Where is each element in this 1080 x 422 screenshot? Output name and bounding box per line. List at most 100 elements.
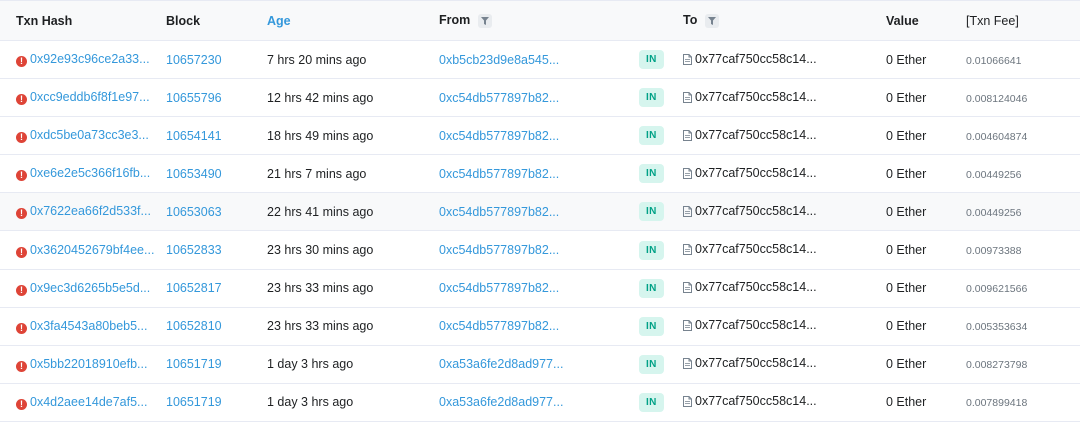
txn-fee-value: 0.009621566 <box>966 283 1028 296</box>
txn-hash-link[interactable]: 0xdc5be0a73cc3e3... <box>30 128 149 142</box>
from-address-link[interactable]: 0xc54db577897b82... <box>439 91 559 105</box>
direction-badge: IN <box>639 50 664 70</box>
direction-cell: IN <box>639 345 683 384</box>
txn-hash-link[interactable]: 0x3620452679bf4ee... <box>30 243 154 257</box>
from-address-link[interactable]: 0xc54db577897b82... <box>439 129 559 143</box>
table-row: ! 0x9ec3d6265b5e5d... 10652817 23 hrs 33 … <box>0 269 1080 308</box>
document-icon <box>683 129 692 144</box>
error-icon: ! <box>16 360 27 372</box>
table-row: ! 0x7622ea66f2d533f... 10653063 22 hrs 41… <box>0 192 1080 232</box>
from-cell: 0xc54db577897b82... <box>439 154 639 194</box>
from-address-link[interactable]: 0xa53a6fe2d8ad977... <box>439 395 563 409</box>
block-link[interactable]: 10653063 <box>166 205 222 219</box>
txn-hash-link[interactable]: 0x9ec3d6265b5e5d... <box>30 281 150 295</box>
document-icon <box>683 167 692 182</box>
block-cell: 10657230 <box>166 40 267 80</box>
block-cell: 10653490 <box>166 154 267 194</box>
to-address-text[interactable]: 0x77caf750cc58c14... <box>695 128 817 142</box>
to-cell: 0x77caf750cc58c14... <box>683 40 886 80</box>
transactions-table: Txn Hash Block Age From To Value [Txn Fe… <box>0 0 1080 422</box>
value-cell: 0 Ether <box>886 116 966 156</box>
table-row: ! 0xcc9eddb6f8f1e97... 10655796 12 hrs 42… <box>0 78 1080 118</box>
block-link[interactable]: 10652817 <box>166 281 222 295</box>
block-link[interactable]: 10651719 <box>166 395 222 409</box>
error-icon: ! <box>16 284 27 296</box>
txn-fee-value: 0.005353634 <box>966 321 1028 334</box>
block-link[interactable]: 10655796 <box>166 91 222 105</box>
to-address-text[interactable]: 0x77caf750cc58c14... <box>695 280 817 294</box>
from-address-link[interactable]: 0xc54db577897b82... <box>439 205 559 219</box>
col-header-direction <box>639 0 683 41</box>
from-address-link[interactable]: 0xb5cb23d9e8a545... <box>439 53 559 67</box>
txn-fee-value: 0.01066641 <box>966 54 1022 67</box>
to-address-text[interactable]: 0x77caf750cc58c14... <box>695 90 817 104</box>
direction-badge: IN <box>639 354 664 374</box>
to-address-text[interactable]: 0x77caf750cc58c14... <box>695 204 817 218</box>
block-link[interactable]: 10654141 <box>166 129 222 143</box>
txn-hash-link[interactable]: 0x5bb22018910efb... <box>30 357 147 371</box>
txn-fee-value: 0.00973388 <box>966 245 1022 258</box>
from-address-link[interactable]: 0xc54db577897b82... <box>439 281 559 295</box>
block-link[interactable]: 10653490 <box>166 167 222 181</box>
filter-icon[interactable] <box>705 13 720 28</box>
value-cell: 0 Ether <box>886 345 966 384</box>
txn-hash-link[interactable]: 0x4d2aee14de7af5... <box>30 395 147 409</box>
txn-fee-cell: 0.00449256 <box>966 154 1080 194</box>
to-address-text[interactable]: 0x77caf750cc58c14... <box>695 166 817 180</box>
direction-badge: IN <box>639 126 664 146</box>
txn-hash-link[interactable]: 0xe6e2e5c366f16fb... <box>30 166 150 180</box>
table-row: ! 0x4d2aee14de7af5... 10651719 1 day 3 hr… <box>0 383 1080 422</box>
block-link[interactable]: 10651719 <box>166 357 222 371</box>
from-address-link[interactable]: 0xc54db577897b82... <box>439 243 559 257</box>
age-cell: 23 hrs 33 mins ago <box>267 307 439 346</box>
txn-hash-cell: ! 0xdc5be0a73cc3e3... <box>0 116 166 156</box>
table-row: ! 0x5bb22018910efb... 10651719 1 day 3 hr… <box>0 345 1080 384</box>
from-address-link[interactable]: 0xc54db577897b82... <box>439 167 559 181</box>
txn-hash-link[interactable]: 0x3fa4543a80beb5... <box>30 319 147 333</box>
error-icon: ! <box>16 170 27 182</box>
block-link[interactable]: 10657230 <box>166 53 222 67</box>
age-cell: 23 hrs 30 mins ago <box>267 230 439 270</box>
col-header-age[interactable]: Age <box>267 0 439 41</box>
block-cell: 10651719 <box>166 383 267 422</box>
table-body: ! 0x92e93c96ce2a33... 10657230 7 hrs 20 m… <box>0 40 1080 422</box>
txn-fee-cell: 0.00449256 <box>966 192 1080 232</box>
txn-fee-cell: 0.01066641 <box>966 40 1080 80</box>
block-cell: 10652833 <box>166 230 267 270</box>
direction-badge: IN <box>639 164 664 184</box>
to-address-text[interactable]: 0x77caf750cc58c14... <box>695 318 817 332</box>
age-cell: 21 hrs 7 mins ago <box>267 154 439 194</box>
col-header-txn-fee[interactable]: [Txn Fee] <box>966 0 1080 41</box>
col-header-txn-hash: Txn Hash <box>0 0 166 41</box>
to-cell: 0x77caf750cc58c14... <box>683 269 886 308</box>
block-link[interactable]: 10652810 <box>166 319 222 333</box>
to-cell: 0x77caf750cc58c14... <box>683 116 886 156</box>
document-icon <box>683 244 692 258</box>
table-row: ! 0xdc5be0a73cc3e3... 10654141 18 hrs 49 … <box>0 116 1080 156</box>
txn-fee-value: 0.004604874 <box>966 130 1028 143</box>
error-icon: ! <box>16 56 27 68</box>
txn-fee-value: 0.008273798 <box>966 359 1028 372</box>
txn-hash-link[interactable]: 0x92e93c96ce2a33... <box>30 52 150 66</box>
to-cell: 0x77caf750cc58c14... <box>683 307 886 346</box>
from-cell: 0xa53a6fe2d8ad977... <box>439 345 639 384</box>
direction-cell: IN <box>639 269 683 308</box>
to-address-text[interactable]: 0x77caf750cc58c14... <box>695 356 817 370</box>
txn-fee-cell: 0.008124046 <box>966 78 1080 118</box>
filter-icon[interactable] <box>478 13 493 28</box>
from-address-link[interactable]: 0xc54db577897b82... <box>439 319 559 333</box>
txn-hash-cell: ! 0x92e93c96ce2a33... <box>0 40 166 80</box>
block-cell: 10652810 <box>166 307 267 346</box>
block-link[interactable]: 10652833 <box>166 243 222 257</box>
to-address-text[interactable]: 0x77caf750cc58c14... <box>695 52 817 66</box>
to-address-text[interactable]: 0x77caf750cc58c14... <box>695 242 817 256</box>
to-address-text[interactable]: 0x77caf750cc58c14... <box>695 394 817 408</box>
from-address-link[interactable]: 0xa53a6fe2d8ad977... <box>439 357 563 371</box>
block-cell: 10655796 <box>166 78 267 118</box>
document-icon <box>683 91 692 106</box>
value-cell: 0 Ether <box>886 192 966 232</box>
direction-badge: IN <box>639 392 664 412</box>
txn-hash-link[interactable]: 0xcc9eddb6f8f1e97... <box>30 90 150 104</box>
direction-cell: IN <box>639 383 683 422</box>
txn-hash-link[interactable]: 0x7622ea66f2d533f... <box>30 204 151 218</box>
